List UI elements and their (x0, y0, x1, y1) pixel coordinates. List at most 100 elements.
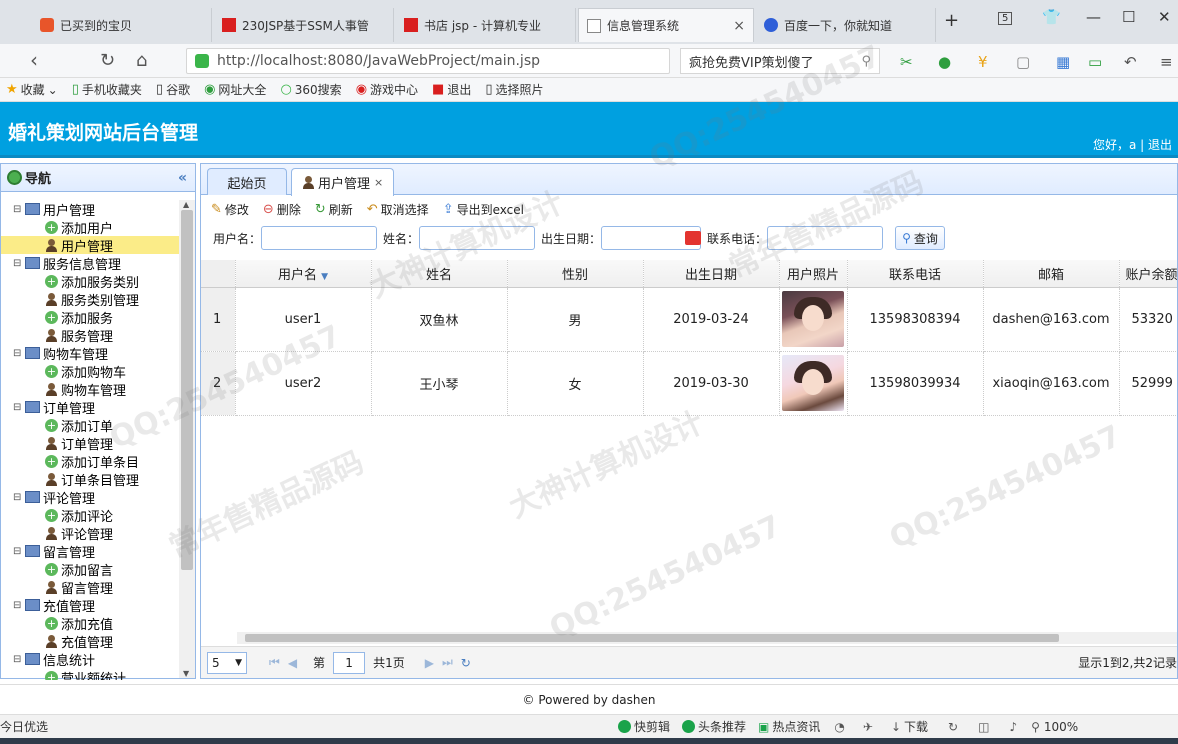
bookmark-mobile[interactable]: ▯ 手机收藏夹 (72, 81, 142, 98)
status-item[interactable]: ▣ 热点资讯 (758, 718, 820, 735)
nav-item[interactable]: 用户管理 (1, 236, 179, 255)
scroll-down-icon[interactable]: ▼ (183, 669, 189, 678)
collapse-toggle-icon[interactable]: ⊟ (13, 546, 23, 557)
zoom-level[interactable]: 100% (1044, 720, 1078, 734)
query-button[interactable]: ⚲ 查询 (895, 226, 945, 250)
scroll-thumb[interactable] (181, 210, 193, 570)
screenshot-icon[interactable]: ▢ (1016, 53, 1030, 71)
bookmark-google[interactable]: ▯ 谷歌 (156, 81, 190, 98)
browser-search-input[interactable]: 疯抢免费VIP策划傻了 ⚲ (680, 48, 880, 74)
nav-item[interactable]: 评论管理 (1, 524, 179, 543)
nav-item[interactable]: 订单管理 (1, 434, 179, 453)
nav-group[interactable]: ⊟ 评论管理 (1, 488, 179, 507)
bookmark-photo[interactable]: ▯ 选择照片 (485, 81, 543, 98)
nav-item[interactable]: + 营业额统计 (1, 668, 179, 680)
scroll-thumb[interactable] (245, 634, 1059, 642)
nav-item[interactable]: 购物车管理 (1, 380, 179, 399)
close-tab-icon[interactable]: × (374, 176, 383, 189)
nav-group[interactable]: ⊟ 购物车管理 (1, 344, 179, 363)
nav-item[interactable]: + 添加订单条目 (1, 452, 179, 471)
calendar-icon[interactable] (685, 231, 702, 245)
unselect-button[interactable]: ↶ 取消选择 (367, 201, 429, 218)
close-tab-icon[interactable]: × (727, 18, 745, 34)
edit-button[interactable]: ✎ 修改 (211, 201, 249, 218)
nav-item[interactable]: + 添加评论 (1, 506, 179, 525)
status-item[interactable]: 头条推荐 (682, 718, 746, 735)
collapse-toggle-icon[interactable]: ⊟ (13, 258, 23, 269)
scroll-up-icon[interactable]: ▲ (183, 200, 189, 209)
tab-count-badge[interactable]: 5 (998, 12, 1013, 25)
nav-item[interactable]: 订单条目管理 (1, 470, 179, 489)
bookmark-favorites[interactable]: ★ 收藏 ⌄ (6, 81, 58, 98)
scissors-icon[interactable]: ✂ (900, 53, 913, 71)
reload-icon[interactable]: ↻ (461, 656, 471, 670)
nav-item[interactable]: 留言管理 (1, 578, 179, 597)
shirt-icon[interactable]: 👕 (1042, 8, 1061, 26)
nav-group[interactable]: ⊟ 充值管理 (1, 596, 179, 615)
tab-user-management[interactable]: 用户管理 × (291, 168, 395, 196)
collapse-toggle-icon[interactable]: ⊟ (13, 492, 23, 503)
undo-icon[interactable]: ↶ (1124, 53, 1137, 71)
status-item[interactable]: ↓ 下载 (891, 718, 928, 735)
back-icon[interactable]: ‹ (30, 48, 38, 72)
bookmark-360[interactable]: ○ 360搜索 (280, 81, 341, 98)
speed-icon[interactable]: ◔ (834, 720, 844, 734)
menu-icon[interactable]: ≡ (1160, 53, 1173, 71)
status-item[interactable]: 快剪辑 (618, 718, 670, 735)
phone-search-input[interactable] (767, 226, 884, 250)
collapse-toggle-icon[interactable]: ⊟ (13, 402, 23, 413)
delete-button[interactable]: ⊖ 删除 (263, 201, 301, 218)
tab-home[interactable]: 起始页 (207, 168, 287, 195)
reload-icon[interactable]: ↻ (100, 50, 115, 71)
nav-group[interactable]: ⊟ 订单管理 (1, 398, 179, 417)
sound-icon[interactable]: ♪ (1009, 720, 1017, 734)
pin-icon[interactable]: ✈ (863, 720, 873, 734)
next-page-icon[interactable]: ▶ (425, 656, 434, 670)
maximize-icon[interactable]: ☐ (1122, 8, 1135, 26)
column-header-name[interactable]: 姓名 (371, 260, 508, 288)
coin-icon[interactable]: ¥ (978, 53, 988, 71)
search-icon[interactable]: ⚲ (861, 54, 871, 69)
nav-item[interactable]: + 添加订单 (1, 416, 179, 435)
first-page-icon[interactable]: ⏮ (269, 655, 280, 670)
browser-tab[interactable]: 230JSP基于SSM人事管 (214, 8, 394, 42)
collapse-toggle-icon[interactable]: ⊟ (13, 348, 23, 359)
browser-tab-active[interactable]: 信息管理系统 × (578, 8, 754, 42)
username-search-input[interactable] (261, 226, 378, 250)
refresh-button[interactable]: ↻ 刷新 (315, 201, 353, 218)
minimize-icon[interactable]: — (1086, 8, 1101, 26)
browser-tab[interactable]: 百度一下，你就知道 (756, 8, 936, 42)
page-number-input[interactable]: 1 (333, 651, 366, 674)
lock-icon[interactable]: ◫ (978, 720, 989, 734)
nav-group[interactable]: ⊟ 服务信息管理 (1, 254, 179, 273)
prev-page-icon[interactable]: ◀ (288, 656, 297, 670)
column-header-email[interactable]: 邮箱 (983, 260, 1120, 288)
window-close-icon[interactable]: ✕ (1158, 8, 1171, 26)
collapse-toggle-icon[interactable]: ⊟ (13, 600, 23, 611)
nav-item[interactable]: 服务管理 (1, 326, 179, 345)
column-header-birth[interactable]: 出生日期 (643, 260, 780, 288)
status-left-text[interactable]: 今日优选 (0, 718, 48, 735)
collapse-icon[interactable]: « (178, 170, 187, 186)
new-tab-button[interactable]: + (944, 10, 959, 31)
column-header-phone[interactable]: 联系电话 (847, 260, 984, 288)
nav-item[interactable]: + 添加用户 (1, 218, 179, 237)
bookmark-games[interactable]: ◉ 游戏中心 (356, 81, 418, 98)
browser-tab[interactable]: 书店 jsp - 计算机专业 (396, 8, 576, 42)
home-icon[interactable]: ⌂ (136, 50, 147, 71)
export-excel-button[interactable]: ⇪ 导出到excel (443, 201, 524, 218)
table-row[interactable]: 2 user2 王小琴 女 2019-03-30 13598039934 xia… (201, 351, 1177, 416)
refresh-icon[interactable]: ↻ (948, 720, 958, 734)
page-size-select[interactable]: 5 ▼ (207, 651, 247, 674)
nav-item[interactable]: + 添加留言 (1, 560, 179, 579)
translate-icon[interactable]: ● (938, 53, 951, 71)
nav-item[interactable]: 充值管理 (1, 632, 179, 651)
column-header-gender[interactable]: 性别 (507, 260, 644, 288)
column-header-balance[interactable]: 账户余额 (1119, 260, 1177, 288)
zoom-icon[interactable]: ⚲ (1031, 720, 1040, 734)
nav-scrollbar[interactable]: ▲ ▼ (179, 200, 195, 678)
nav-item[interactable]: + 添加充值 (1, 614, 179, 633)
name-search-input[interactable] (419, 226, 536, 250)
column-header-photo[interactable]: 用户照片 (779, 260, 848, 288)
table-row[interactable]: 1 user1 双鱼林 男 2019-03-24 13598308394 das… (201, 287, 1177, 352)
